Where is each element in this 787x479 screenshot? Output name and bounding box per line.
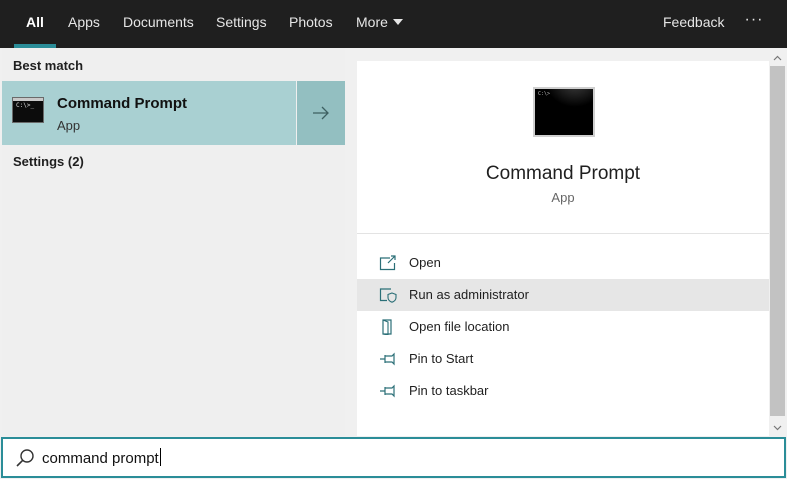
search-scope-bar: All Apps Documents Settings Photos More … [0,0,787,48]
best-match-subtitle: App [57,118,81,133]
scroll-up-button[interactable] [769,50,786,66]
more-options-button[interactable]: ··· [742,0,766,48]
scrollbar-thumb[interactable] [770,66,785,416]
shield-icon [379,288,397,303]
results-list: Best match C:\>_ Command Prompt App Sett… [2,48,345,436]
scroll-down-button[interactable] [769,420,786,436]
command-prompt-icon: C:\>_ [12,97,44,123]
tab-apps[interactable]: Apps [68,0,100,48]
tab-more-label: More [356,14,388,30]
preview-title: Command Prompt [485,163,641,184]
action-pin-to-taskbar-label: Pin to taskbar [409,383,489,398]
tab-photos[interactable]: Photos [289,0,333,48]
preview-subtitle: App [551,190,575,205]
action-pin-to-start[interactable]: Pin to Start [357,343,769,375]
search-icon [16,449,34,467]
action-pin-to-taskbar[interactable]: Pin to taskbar [357,375,769,407]
pin-icon [380,384,395,398]
search-input-text: command prompt [42,450,159,467]
command-prompt-large-icon: C:\> [533,87,595,137]
action-open[interactable]: Open [357,247,769,279]
best-match-title: Command Prompt [57,95,188,112]
best-match-item[interactable]: C:\>_ Command Prompt App [2,81,296,145]
action-pin-to-start-label: Pin to Start [409,351,474,366]
action-open-file-location[interactable]: Open file location [357,311,769,343]
tab-more[interactable]: More [356,0,403,48]
settings-group-heading[interactable]: Settings (2) [13,154,84,169]
divider [357,233,769,234]
tab-settings[interactable]: Settings [216,0,267,48]
scrollbar[interactable] [769,48,786,436]
file-location-icon [382,319,392,335]
tab-documents[interactable]: Documents [123,0,194,48]
chevron-up-icon [773,55,782,61]
action-run-as-administrator[interactable]: Run as administrator [357,279,769,311]
search-box[interactable]: command prompt [1,437,786,478]
preview-pane: C:\> Command Prompt App Open Run as admi… [357,61,769,436]
text-cursor [159,448,161,466]
pin-icon [380,352,395,366]
open-icon [379,255,396,271]
action-run-as-administrator-label: Run as administrator [409,287,529,302]
arrow-right-icon [313,106,329,120]
chevron-down-icon [392,19,403,25]
action-open-file-location-label: Open file location [409,319,510,334]
action-open-label: Open [409,255,441,270]
feedback-button[interactable]: Feedback [663,0,724,48]
expand-arrow-button[interactable] [297,81,345,145]
best-match-heading: Best match [13,58,84,73]
tab-all[interactable]: All [14,0,56,48]
chevron-down-icon [773,425,782,431]
search-input[interactable]: command prompt [42,448,161,467]
